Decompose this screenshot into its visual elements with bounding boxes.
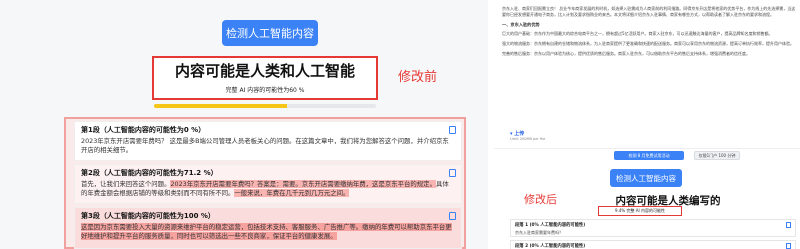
upload-limit-text: Limit 200MB per file — [510, 137, 546, 141]
paragraph-title: 段落 2 (0% 人工智能内容的可能性) — [515, 244, 586, 249]
paragraph-result-1: 第1段（人工智能内容的可能性为0 %） 2023年京东开店需要年费吗？ 这是最多… — [74, 121, 462, 161]
doc-paragraph: 强大的物流服务：京东拥有自建的仓储和物流体系，为入驻商家提供了更准确和快速的配送… — [502, 41, 794, 46]
source-document: 京东入驻、商家们回报需立良！ 总业今年商家发展的利时机，如选择入驻需成为人商家前… — [502, 6, 798, 128]
paragraph-text: 首先，让我们来回答这个问题。2023年京东开店需要年费吗？答案是：需要。京东开店… — [81, 180, 455, 198]
paragraph-title: 第2段（人工智能内容的可能性为71.2 %） — [81, 169, 218, 177]
quota-button[interactable]: 仅限1门户 100 分钟 — [694, 151, 740, 160]
result-title: 内容可能是人类和人工智能 — [174, 62, 355, 80]
detect-ai-content-button[interactable]: 检测人工智能内容 — [222, 20, 318, 46]
doc-paragraph: 完善的售后服务：京东以用户体验为核心，提供优质的售后服务。商家入驻京东，可以借助… — [502, 51, 750, 56]
after-panel: 京东入驻、商家们回报需立良！ 总业今年商家发展的利时机，如选择入驻需成为人商家前… — [488, 0, 800, 249]
paragraph-title: 段落 1 (0% 人工智能内容的可能性) — [515, 223, 586, 228]
paragraph-plain-text: 首先，让我们来回答这个问题。 — [81, 180, 171, 188]
after-annotation: 修改后 — [524, 193, 557, 206]
copy-icon[interactable] — [449, 126, 456, 134]
doc-section-heading: 一、京东入驻的优势 — [502, 22, 540, 27]
upload-button[interactable]: ▾ 上传 — [510, 130, 524, 137]
doc-paragraph: 巨大的用户基础：京东作为中国最大的综合电商平台之一，拥有超过5亿活跃用户。商家入… — [502, 31, 773, 36]
copy-icon[interactable] — [786, 222, 791, 228]
before-annotation: 修改前 — [398, 70, 438, 85]
paragraph-result-2: 第2段（人工智能内容的可能性为71.2 %） 首先，让我们来回答这个问题。202… — [74, 164, 462, 204]
paragraph-result-2: 段落 2 (0% 人工智能内容的可能性) — [510, 240, 796, 249]
ai-probability-fill — [154, 104, 288, 108]
free-trial-button[interactable]: 检测 8 月免费试用活动 — [614, 151, 684, 160]
paragraph-text: 这是因为京东需要投入大量的资源来维护平台的稳定运营，包括技术支持、客服服务、广告… — [81, 223, 455, 241]
ai-highlight-text: 这是因为京东需要投入大量的资源来维护平台的稳定运营，包括技术支持、客服服务、广告… — [81, 223, 452, 240]
paragraph-text: 京东入驻商家需要年费吗？ — [515, 230, 563, 235]
ai-probability-text: 9.4% 完整 AI 内容的可能性 — [615, 208, 665, 213]
paragraph-result-1: 段落 1 (0% 人工智能内容的可能性) 京东入驻商家需要年费吗？ — [510, 219, 796, 237]
doc-paragraph: 京东入驻、商家们回报需立良！ 总业今年商家发展的利时机，如选择入驻需成为人商家前… — [502, 6, 796, 17]
ai-probability-text: 完整 AI 内容的可能性为60 % — [225, 87, 305, 94]
paragraph-result-3: 第3段（人工智能内容的可能性为100 %） 这是因为京东需要投入大量的资源来维护… — [74, 207, 462, 249]
ai-probability-bar — [154, 104, 376, 108]
paragraph-text: 2023年京东开店需要年费吗？ 这是最多B端公司管理人员老板关心的问题。在这篇文… — [81, 137, 449, 154]
detect-ai-content-button[interactable]: 检测人工智能内容 — [610, 169, 682, 187]
paragraph-title: 第1段（人工智能内容的可能性为0 %） — [81, 126, 206, 134]
copy-icon[interactable] — [786, 243, 791, 249]
before-panel: 检测人工智能内容 内容可能是人类和人工智能 完整 AI 内容的可能性为60 % … — [0, 0, 488, 249]
copy-icon[interactable] — [449, 212, 456, 220]
copy-icon[interactable] — [449, 169, 456, 177]
paragraph-title: 第3段（人工智能内容的可能性为100 %） — [81, 212, 215, 220]
ai-highlight-text: 2023年京东开店需要年费吗？答案是：需要。京东开店需要缴纳年费，这是京东平台的… — [170, 180, 436, 188]
ai-highlight-text: 一般来说，年费在几千元到几万元之间。 — [234, 189, 350, 197]
